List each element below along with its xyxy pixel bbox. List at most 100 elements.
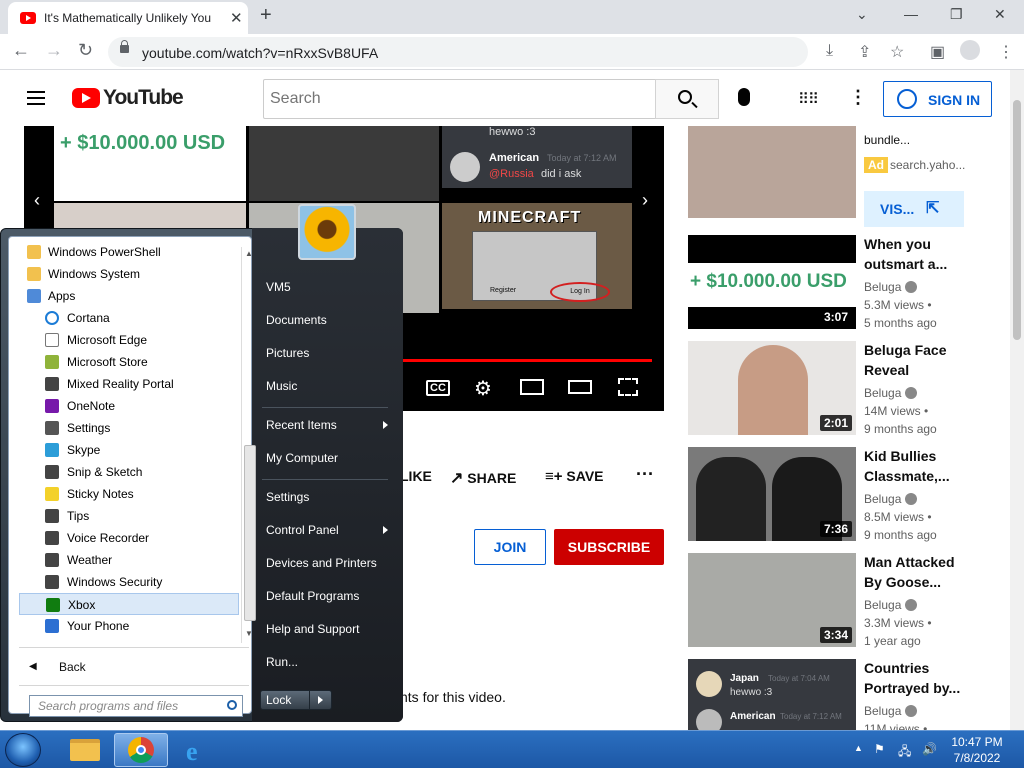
recommended-thumbnail[interactable]: 3:34 (688, 553, 856, 647)
recommended-title[interactable]: Kid Bullies Classmate,... (864, 446, 1004, 486)
chrome-taskbar-button[interactable] (114, 733, 168, 767)
program-item-onenote[interactable]: OneNote (19, 395, 239, 417)
youtube-logo-icon[interactable] (72, 88, 100, 108)
program-item-xbox[interactable]: Xbox (19, 593, 239, 615)
start-place-pictures[interactable]: Pictures (258, 339, 394, 367)
back-button[interactable]: ◀ Back (19, 655, 249, 679)
install-icon[interactable]: ⤓ (826, 42, 833, 60)
forward-arrow-icon[interactable]: → (45, 40, 63, 61)
start-place-recent-items[interactable]: Recent Items (258, 411, 394, 439)
minimize-icon[interactable]: — (904, 6, 918, 22)
settings-dots-icon[interactable]: ⋮ (849, 87, 867, 108)
sign-in-button[interactable]: SIGN IN (883, 81, 992, 117)
miniplayer-icon[interactable] (520, 379, 544, 395)
channel-name[interactable]: Beluga (864, 386, 918, 400)
start-place-devices-and-printers[interactable]: Devices and Printers (258, 549, 394, 577)
scrollbar-thumb[interactable] (1013, 100, 1021, 340)
hamburger-menu-icon[interactable] (27, 91, 45, 105)
start-place-run-[interactable]: Run... (258, 648, 394, 676)
start-place-help-and-support[interactable]: Help and Support (258, 615, 394, 643)
recommended-title[interactable]: Man Attacked By Goose... (864, 552, 1004, 592)
captions-icon[interactable]: CC (426, 380, 450, 396)
reload-icon[interactable]: ↻ (78, 40, 93, 61)
scroll-down-icon[interactable]: ▼ (245, 629, 253, 638)
program-item-microsoft-edge[interactable]: Microsoft Edge (19, 329, 239, 351)
start-search-input[interactable]: Search programs and files (29, 695, 243, 717)
program-item-apps[interactable]: Apps (19, 285, 239, 307)
shutdown-options-arrow-icon[interactable] (309, 691, 331, 709)
side-panel-icon[interactable]: ▣ (930, 42, 945, 62)
start-place-default-programs[interactable]: Default Programs (258, 582, 394, 610)
channel-name[interactable]: Beluga (864, 704, 918, 718)
previous-chevron-icon[interactable]: ‹ (34, 190, 40, 211)
start-place-documents[interactable]: Documents (258, 306, 394, 334)
lock-button[interactable]: Lock (260, 690, 332, 710)
youtube-wordmark[interactable]: YouTube (103, 86, 184, 110)
program-item-skype[interactable]: Skype (19, 439, 239, 461)
apps-grid-icon[interactable]: ⠿⠿ (798, 90, 819, 108)
tab-search-icon[interactable]: ⌄ (856, 6, 868, 23)
like-button[interactable]: LIKE (400, 468, 432, 484)
program-item-cortana[interactable]: Cortana (19, 307, 239, 329)
profile-avatar-icon[interactable] (960, 40, 980, 60)
system-clock[interactable]: 10:47 PM 7/8/2022 (944, 734, 1010, 766)
recommended-title[interactable]: Countries Portrayed by... (864, 658, 1004, 698)
share-icon[interactable]: ⇪ (858, 42, 871, 62)
close-window-icon[interactable]: ✕ (994, 6, 1006, 23)
search-button[interactable] (655, 79, 719, 119)
program-item-sticky-notes[interactable]: Sticky Notes (19, 483, 239, 505)
more-actions-icon[interactable]: ··· (636, 464, 654, 485)
programs-scroll-thumb[interactable] (244, 445, 256, 621)
channel-name[interactable]: Beluga (864, 598, 918, 612)
programs-scrollbar[interactable]: ▲ ▼ (241, 247, 257, 643)
restore-icon[interactable]: ❐ (950, 6, 963, 23)
recommended-title[interactable]: Beluga Face Reveal (864, 340, 1004, 380)
chrome-menu-icon[interactable]: ⋮ (998, 42, 1014, 62)
program-item-weather[interactable]: Weather (19, 549, 239, 571)
start-place-settings[interactable]: Settings (258, 483, 394, 511)
channel-name[interactable]: Beluga (864, 492, 918, 506)
microphone-icon[interactable] (738, 88, 750, 106)
back-arrow-icon[interactable]: ← (12, 40, 30, 61)
omnibox[interactable]: youtube.com/watch?v=nRxxSvB8UFA (108, 37, 808, 67)
ad-thumbnail[interactable] (688, 126, 856, 218)
subscribe-button[interactable]: SUBSCRIBE (554, 529, 664, 565)
ad-visit-button[interactable]: VIS... ⇱ (864, 191, 964, 227)
search-input[interactable] (264, 80, 655, 118)
lock-icon[interactable] (120, 40, 129, 53)
recommended-thumbnail[interactable]: Japan Today at 7:04 AM hewwo :3 American… (688, 659, 856, 730)
url-text[interactable]: youtube.com/watch?v=nRxxSvB8UFA (142, 45, 378, 61)
program-item-mixed-reality-portal[interactable]: Mixed Reality Portal (19, 373, 239, 395)
save-button[interactable]: ≡+ SAVE (545, 468, 604, 485)
program-item-windows-security[interactable]: Windows Security (19, 571, 239, 593)
start-orb-icon[interactable] (5, 733, 41, 767)
settings-gear-icon[interactable]: ⚙ (474, 376, 492, 401)
show-hidden-icons[interactable]: ▲ (854, 743, 863, 753)
program-item-windows-powershell[interactable]: Windows PowerShell (19, 241, 239, 263)
channel-name[interactable]: Beluga (864, 280, 918, 294)
recommended-title[interactable]: When you outsmart a... (864, 234, 1004, 274)
page-scrollbar[interactable] (1010, 70, 1024, 730)
recommended-thumbnail[interactable]: 2:01 (688, 341, 856, 435)
start-place-music[interactable]: Music (258, 372, 394, 400)
program-item-your-phone[interactable]: Your Phone (19, 615, 239, 637)
new-tab-icon[interactable]: + (260, 4, 272, 27)
user-picture-sunflower[interactable] (298, 204, 356, 260)
file-explorer-taskbar-button[interactable] (58, 733, 112, 767)
join-button[interactable]: JOIN (474, 529, 546, 565)
share-button[interactable]: ↗ SHARE (450, 468, 516, 488)
browser-tab[interactable]: It's Mathematically Unlikely You ✕ (8, 2, 248, 34)
program-item-snip-sketch[interactable]: Snip & Sketch (19, 461, 239, 483)
program-item-tips[interactable]: Tips (19, 505, 239, 527)
bookmark-star-icon[interactable]: ☆ (890, 42, 904, 62)
volume-icon[interactable]: 🔊 (922, 742, 937, 756)
close-tab-icon[interactable]: ✕ (230, 9, 243, 27)
program-item-settings[interactable]: Settings (19, 417, 239, 439)
recommended-thumbnail[interactable]: + $10.000.00 USD 3:07 (688, 235, 856, 329)
recommended-thumbnail[interactable]: 7:36 (688, 447, 856, 541)
start-place-my-computer[interactable]: My Computer (258, 444, 394, 472)
program-item-windows-system[interactable]: Windows System (19, 263, 239, 285)
action-center-flag-icon[interactable]: ⚑ (874, 742, 885, 756)
scroll-up-icon[interactable]: ▲ (245, 249, 253, 258)
next-chevron-icon[interactable]: › (642, 190, 648, 211)
